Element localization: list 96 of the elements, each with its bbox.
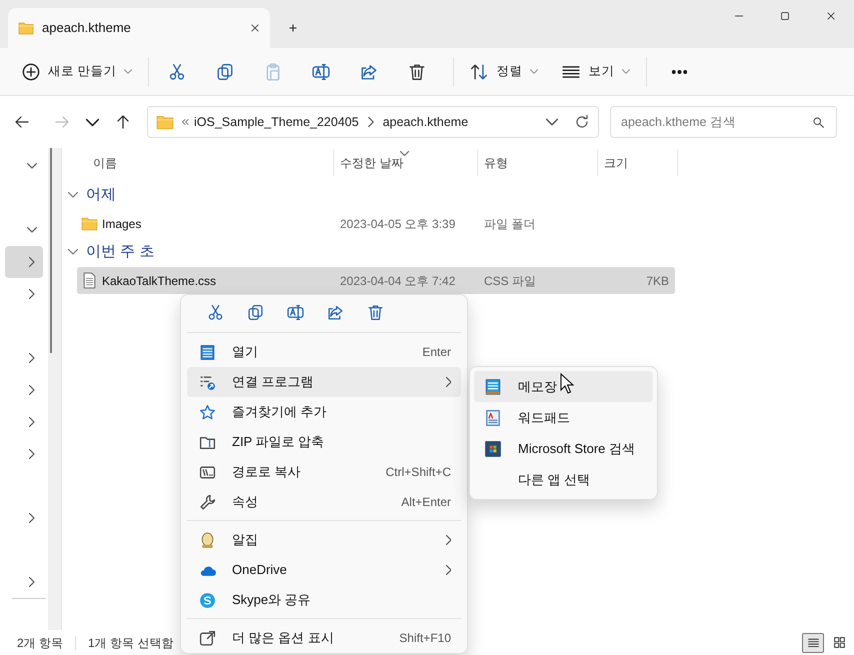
external-icon xyxy=(199,630,216,646)
menu-item[interactable]: 연결 프로그램 xyxy=(187,367,461,397)
sort-icon xyxy=(470,62,488,80)
more-icon xyxy=(672,70,687,74)
close-tab-button[interactable] xyxy=(250,23,260,33)
wordpad-icon xyxy=(484,408,502,426)
scissors-icon xyxy=(206,304,224,320)
share-icon xyxy=(326,304,344,320)
mouse-cursor xyxy=(560,373,574,395)
window-tab[interactable]: apeach.ktheme xyxy=(8,8,270,48)
maximize-icon xyxy=(780,11,790,21)
path-icon xyxy=(199,464,216,480)
submenu-item[interactable]: 다른 앱 선택 xyxy=(474,464,653,495)
scissors-icon xyxy=(168,62,186,80)
file-type: CSS 파일 xyxy=(484,274,536,288)
menu-item[interactable]: 알집 xyxy=(187,525,461,555)
sort-button[interactable]: 정렬 xyxy=(462,54,546,88)
file-row[interactable]: Images 2023-04-05 오후 3:39 파일 폴더 xyxy=(77,210,675,237)
shortcut-label: Alt+Enter xyxy=(401,494,451,511)
open-with-icon xyxy=(199,374,216,390)
menu-item[interactable]: ZIP 파일로 압축 xyxy=(187,427,461,457)
refresh-button[interactable] xyxy=(574,114,590,130)
chevron-icon xyxy=(546,116,558,128)
store-icon xyxy=(484,440,502,458)
address-bar[interactable]: iOS_Sample_Theme_220405 apeach.ktheme xyxy=(147,106,599,138)
copy-icon xyxy=(246,304,264,320)
folder-icon xyxy=(156,113,174,131)
scrollbar-thumb[interactable] xyxy=(50,148,52,353)
menu-item[interactable]: Skype와 공유 xyxy=(187,585,461,615)
file-type: 파일 폴더 xyxy=(484,216,536,230)
menu-item[interactable]: 즐겨찾기에 추가 xyxy=(187,397,461,427)
column-header[interactable]: 크기 xyxy=(598,150,678,176)
history-dropdown[interactable] xyxy=(546,116,558,128)
notepad-icon xyxy=(484,378,502,396)
group-header[interactable]: 이번 주 초 xyxy=(62,237,154,267)
view-button[interactable]: 보기 xyxy=(554,54,638,88)
new-button[interactable]: 새로 만들기 xyxy=(14,54,140,88)
details-view-icon xyxy=(806,636,820,649)
menu-item[interactable]: 열기 Enter xyxy=(187,337,461,367)
file-name: Images xyxy=(102,216,142,232)
trash-icon xyxy=(366,304,384,320)
caret-icon xyxy=(124,69,132,74)
item-count: 2개 항목 xyxy=(17,634,64,652)
breadcrumb[interactable]: apeach.ktheme xyxy=(378,112,472,132)
column-header[interactable]: 수정한 날짜 xyxy=(334,150,478,176)
folder-icon xyxy=(81,215,98,232)
shortcut-label: Enter xyxy=(422,344,451,361)
submenu-item[interactable]: 워드패드 xyxy=(474,402,653,433)
tab-title: apeach.ktheme xyxy=(42,19,132,38)
column-header[interactable]: 이름 xyxy=(62,150,334,176)
close-icon xyxy=(826,11,836,21)
tiles-view-icon xyxy=(832,636,846,649)
file-size: 7KB xyxy=(646,274,669,288)
shortcut-label: Shift+F10 xyxy=(399,630,451,647)
app-icon xyxy=(199,532,216,548)
star-icon xyxy=(199,404,216,420)
folder-icon xyxy=(18,20,34,36)
sort-caret-icon xyxy=(400,151,409,156)
overflow-icon xyxy=(180,117,190,127)
file-name: KakaoTalkTheme.css xyxy=(102,272,216,290)
up-icon xyxy=(115,114,131,130)
caret-icon xyxy=(622,69,630,74)
back-icon xyxy=(14,114,30,130)
rename-icon xyxy=(312,62,330,80)
notepad-icon xyxy=(199,344,216,360)
menu-item[interactable]: 경로로 복사 Ctrl+Shift+C xyxy=(187,457,461,487)
search-field[interactable]: apeach.ktheme 검색 xyxy=(610,106,837,138)
selection-info: 1개 항목 선택함 xyxy=(88,634,174,652)
column-header[interactable]: 유형 xyxy=(478,150,598,176)
file-row[interactable]: KakaoTalkTheme.css 2023-04-04 오후 7:42 CSS 파일 7KB xyxy=(77,267,675,294)
submenu-item[interactable]: 메모장 xyxy=(474,371,653,402)
chat-app-icon xyxy=(199,592,216,608)
menu-item[interactable]: 속성 Alt+Enter xyxy=(187,487,461,517)
document-icon xyxy=(81,272,98,289)
clipboard-icon xyxy=(264,62,282,80)
rename-icon xyxy=(286,304,304,320)
menu-item[interactable]: OneDrive xyxy=(187,555,461,585)
separator-icon xyxy=(366,117,376,127)
group-header[interactable]: 어제 xyxy=(62,180,116,210)
menu-item[interactable]: 더 많은 옵션 표시 Shift+F10 xyxy=(187,623,461,653)
search-icon xyxy=(812,116,825,129)
breadcrumb[interactable]: iOS_Sample_Theme_220405 xyxy=(190,112,363,132)
caret-icon xyxy=(530,69,538,74)
copy-icon xyxy=(216,62,234,80)
date-modified: 2023-04-05 오후 3:39 xyxy=(340,216,456,230)
close-icon xyxy=(250,23,260,33)
wrench-icon xyxy=(199,494,216,510)
submenu-item[interactable]: Microsoft Store 검색 xyxy=(474,433,653,464)
trash-icon xyxy=(408,62,426,80)
date-modified: 2023-04-04 오후 7:42 xyxy=(340,274,456,288)
forward-icon xyxy=(54,114,70,130)
refresh-icon xyxy=(574,114,590,130)
share-icon xyxy=(360,62,378,80)
plus-icon xyxy=(22,62,40,80)
details-view-button[interactable] xyxy=(802,632,824,652)
shortcut-label: Ctrl+Shift+C xyxy=(386,464,451,481)
